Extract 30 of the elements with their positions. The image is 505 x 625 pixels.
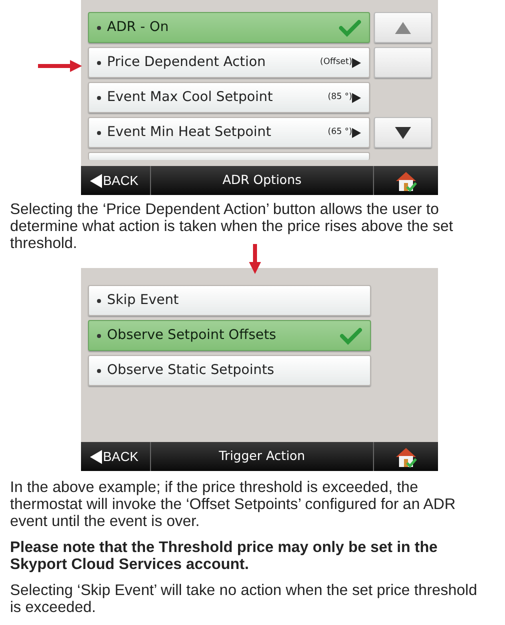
menu-button[interactable]: Observe Setpoint Offsets <box>88 320 371 351</box>
paragraph: Selecting ‘Skip Event’ will take no action when the set price threshold is exceeded. <box>10 582 478 616</box>
chevron-icon <box>352 92 362 102</box>
arrow-icon <box>38 59 82 73</box>
back-button[interactable]: BACK <box>81 442 151 471</box>
screen-title: ADR Options <box>222 171 302 190</box>
back-arrow-icon <box>90 450 102 464</box>
back-button[interactable]: BACK <box>81 166 151 195</box>
scroll-down-button[interactable] <box>374 117 432 148</box>
paragraph: Please note that the Threshold price may only be set in the Skyport Cloud Services account. <box>10 539 439 573</box>
down-triangle-icon <box>395 126 412 138</box>
paragraph: In the above example; if the price threshold is exceeded, the thermostat will invoke the ‘Offset Setpoints’ configured for an ADR event until the event is over. <box>10 479 457 530</box>
paragraph: Selecting the ‘Price Dependent Action’ button allows the user to determine what action is taken when the price rises above the set threshold. <box>10 201 454 252</box>
menu-button[interactable]: Observe Static Setpoints <box>88 355 371 386</box>
menu-button[interactable]: Skip Event <box>88 285 371 316</box>
home-icon <box>394 170 418 192</box>
arrow-icon <box>249 244 261 274</box>
home-icon <box>394 446 418 468</box>
menu-button[interactable]: Event Min Heat Setpoint (65 °) <box>88 117 370 148</box>
check-icon <box>340 326 362 344</box>
chevron-icon <box>352 128 362 138</box>
menu-button[interactable]: ADR - On <box>88 12 370 43</box>
menu-button[interactable]: Event Max Cool Setpoint (85 °) <box>88 82 370 113</box>
chevron-icon <box>352 58 362 68</box>
screen-title: Trigger Action <box>218 447 306 466</box>
menu-button[interactable]: Price Dependent Action (Offset) <box>88 47 370 78</box>
up-triangle-icon <box>395 22 412 34</box>
check-icon <box>339 18 362 36</box>
back-arrow-icon <box>90 174 102 188</box>
scroll-up-button[interactable] <box>374 12 432 43</box>
